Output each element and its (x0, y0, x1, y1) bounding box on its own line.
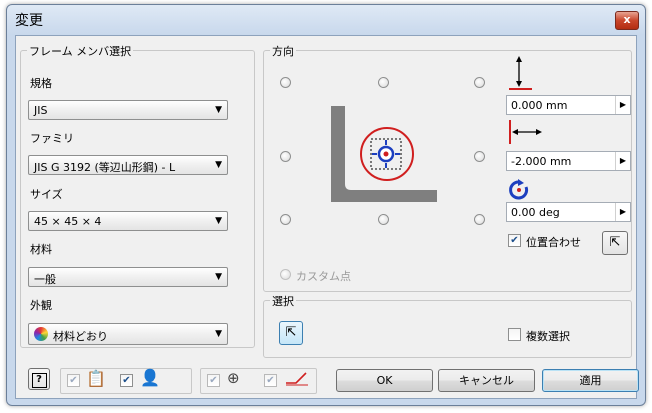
dialog-window: 変更 x フレーム メンバ選択 規格 JIS ▼ ファミリ JIS G 3192… (6, 4, 646, 406)
anchor-middle-left-radio[interactable] (280, 151, 291, 162)
anchor-bottom-left-radio[interactable] (280, 214, 291, 225)
material-value: 一般 (34, 273, 56, 286)
chevron-right-icon[interactable]: ▶ (615, 96, 630, 114)
option-checkbox-2[interactable]: ✔ (120, 374, 133, 387)
chevron-down-icon: ▼ (215, 160, 222, 170)
help-button[interactable]: ? (28, 368, 50, 390)
horizontal-offset-value: -2.000 mm (511, 155, 572, 168)
material-combo[interactable]: 一般 ▼ (28, 267, 228, 287)
dialog-client: フレーム メンバ選択 規格 JIS ▼ ファミリ JIS G 3192 (等辺山… (15, 35, 639, 399)
pointer-icon: ⇱ (285, 325, 297, 340)
cancel-button[interactable]: キャンセル (438, 369, 535, 392)
help-icon: ? (31, 373, 47, 388)
frame-member-group-label: フレーム メンバ選択 (27, 43, 134, 59)
person-icon: 👤 (140, 368, 160, 387)
family-combo[interactable]: JIS G 3192 (等辺山形鋼) - L ▼ (28, 155, 228, 175)
angle-profile-preview (331, 106, 437, 202)
rotation-icon (509, 179, 529, 200)
orientation-group-label: 方向 (270, 43, 296, 59)
miter-icon (286, 372, 308, 386)
appearance-value: 材料どおり (53, 330, 108, 343)
vertical-offset-value: 0.000 mm (511, 99, 568, 112)
anchor-top-center-radio[interactable] (378, 77, 389, 88)
family-label: ファミリ (30, 132, 74, 145)
horizontal-offset-input[interactable]: -2.000 mm ▶ (506, 151, 631, 171)
family-value: JIS G 3192 (等辺山形鋼) - L (34, 161, 176, 174)
align-label: 位置合わせ (526, 236, 581, 249)
multi-select-label: 複数選択 (526, 330, 570, 343)
chevron-right-icon[interactable]: ▶ (615, 203, 630, 221)
chevron-down-icon: ▼ (215, 105, 222, 115)
standard-combo[interactable]: JIS ▼ (28, 100, 228, 120)
size-value: 45 × 45 × 4 (34, 215, 102, 228)
chevron-down-icon: ▼ (215, 272, 222, 282)
rotation-value: 0.00 deg (511, 206, 560, 219)
clipboard-icon: 📋 (86, 369, 106, 388)
color-wheel-icon (34, 327, 48, 341)
multi-select-checkbox[interactable] (508, 328, 521, 341)
anchor-bottom-center-radio[interactable] (378, 214, 389, 225)
custom-point-radio[interactable] (280, 269, 291, 280)
size-label: サイズ (30, 188, 63, 201)
dialog-title: 変更 (15, 13, 43, 29)
target-icon: ⊕ (227, 369, 240, 387)
orientation-group: 方向 (263, 43, 632, 292)
selection-group-label: 選択 (270, 293, 296, 309)
chevron-down-icon: ▼ (215, 216, 222, 226)
apply-button[interactable]: 適用 (542, 369, 639, 392)
rotation-input[interactable]: 0.00 deg ▶ (506, 202, 631, 222)
align-checkbox[interactable]: ✔ (508, 234, 521, 247)
horizontal-offset-icon (509, 120, 542, 144)
title-bar[interactable]: 変更 x (7, 5, 645, 33)
ok-button[interactable]: OK (336, 369, 433, 392)
standard-label: 規格 (30, 77, 52, 90)
appearance-combo[interactable]: 材料どおり ▼ (28, 323, 228, 345)
material-label: 材料 (30, 243, 52, 256)
size-combo[interactable]: 45 × 45 × 4 ▼ (28, 211, 228, 231)
anchor-bottom-right-radio[interactable] (474, 214, 485, 225)
standard-value: JIS (34, 104, 48, 117)
option-checkbox-4[interactable]: ✔ (264, 374, 277, 387)
chevron-right-icon[interactable]: ▶ (615, 152, 630, 170)
vertical-offset-icon (509, 56, 532, 90)
pointer-icon: ⇱ (609, 235, 621, 250)
anchor-middle-right-radio[interactable] (474, 151, 485, 162)
vertical-offset-input[interactable]: 0.000 mm ▶ (506, 95, 631, 115)
close-button[interactable]: x (615, 11, 639, 30)
select-button[interactable]: ⇱ (279, 321, 303, 345)
option-checkbox-1[interactable]: ✔ (67, 374, 80, 387)
custom-point-label: カスタム点 (296, 270, 351, 283)
option-checkbox-3[interactable]: ✔ (207, 374, 220, 387)
anchor-marker-dot (383, 151, 389, 157)
anchor-top-left-radio[interactable] (280, 77, 291, 88)
appearance-label: 外観 (30, 299, 52, 312)
align-pick-button[interactable]: ⇱ (602, 231, 628, 255)
anchor-top-right-radio[interactable] (474, 77, 485, 88)
chevron-down-icon: ▼ (215, 329, 222, 339)
selection-group: 選択 (263, 293, 632, 358)
